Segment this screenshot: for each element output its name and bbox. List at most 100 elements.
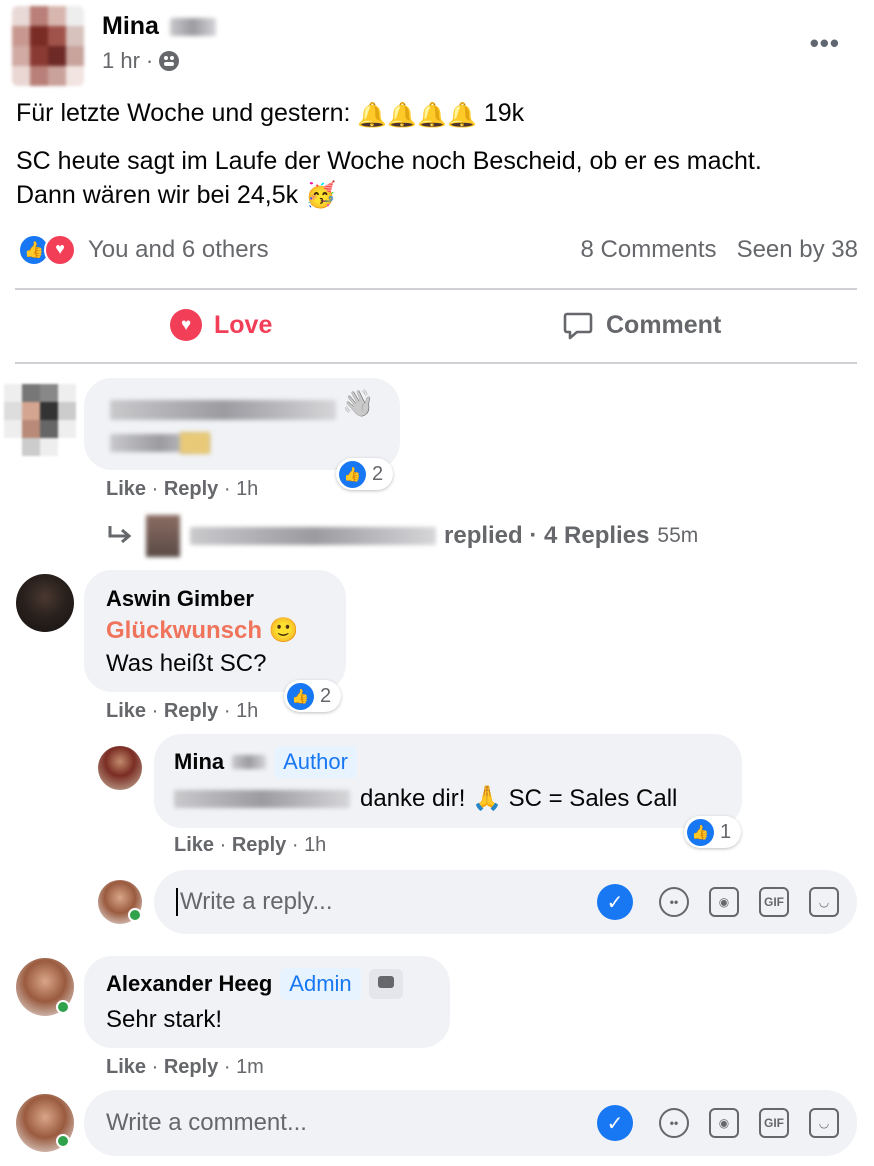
online-status-dot	[56, 1134, 70, 1148]
love-button[interactable]: ♥ Love	[170, 300, 272, 350]
comment-bubble-alexander[interactable]: Alexander Heeg Admin Sehr stark!	[84, 956, 450, 1048]
comment-actions: Like · Reply · 1h	[106, 700, 259, 722]
sticker-icon[interactable]: ◡	[809, 1108, 839, 1138]
comment-input[interactable]: Write a comment...	[106, 1109, 597, 1137]
more-options-icon[interactable]: •••	[810, 28, 840, 59]
divider-top	[15, 288, 857, 290]
online-status-dot	[128, 908, 142, 922]
comment-time[interactable]: 1h	[236, 478, 258, 500]
redacted-commenter-name	[110, 400, 336, 420]
redacted-mention	[174, 789, 350, 808]
like-reaction-icon: 👍	[287, 682, 314, 710]
reply-link[interactable]: Reply	[164, 700, 218, 722]
post-meta: 1 hr ·	[102, 48, 180, 74]
post-author-avatar[interactable]	[12, 6, 84, 86]
reply-arrow-icon	[108, 526, 132, 544]
replies-time: 55m	[657, 524, 699, 547]
post-line-1: Für letzte Woche und gestern: 🔔🔔🔔🔔 19k	[16, 96, 524, 133]
alexander-name[interactable]: Alexander Heeg	[106, 971, 272, 997]
heart-icon: ♥	[170, 309, 202, 341]
alexander-name-row: Alexander Heeg Admin	[106, 968, 403, 1000]
camera-icon[interactable]: ◉	[709, 1108, 739, 1138]
comment-reaction-badge[interactable]: 👍 2	[284, 680, 342, 712]
mina-name[interactable]: Mina	[174, 749, 224, 775]
love-reaction-icon: ♥	[44, 234, 76, 266]
gif-icon[interactable]: GIF	[759, 1108, 789, 1138]
like-link[interactable]: Like	[174, 834, 214, 856]
reactions-summary: 👍 ♥ You and 6 others 8 Comments Seen by …	[18, 230, 858, 270]
mina-reply-avatar[interactable]	[98, 746, 142, 790]
group-privacy-icon	[159, 51, 180, 71]
glueckwunsch-text: Glückwunsch	[106, 617, 263, 644]
reply-reaction-badge[interactable]: 👍 1	[684, 816, 742, 848]
bell-emoji: 🔔🔔🔔🔔	[357, 102, 477, 129]
reply-link[interactable]: Reply	[232, 834, 286, 856]
party-emoji: 🥳	[305, 181, 337, 209]
comment-time[interactable]: 1h	[236, 700, 258, 722]
reply-actions: Like · Reply · 1h	[174, 834, 327, 856]
like-reaction-icon: 👍	[687, 818, 714, 846]
text-cursor	[176, 888, 178, 916]
post-author-name[interactable]: Mina	[102, 12, 216, 41]
like-link[interactable]: Like	[106, 700, 146, 722]
comment-actions: Like · Reply · 1m	[106, 1056, 264, 1078]
post-line-1-value: 19k	[483, 99, 525, 127]
camera-icon[interactable]: ◉	[709, 887, 739, 917]
alexander-text: Sehr stark!	[106, 1006, 223, 1033]
post-time[interactable]: 1 hr	[102, 48, 140, 74]
aswin-highlight-line: Glückwunsch 🙂	[106, 616, 299, 645]
reactors-link[interactable]: You and 6 others	[88, 236, 269, 264]
reply-bubble-mina[interactable]: Mina Author danke dir! 🙏 SC = Sales Call	[154, 734, 742, 828]
admin-speech-icon	[368, 969, 403, 999]
aswin-name[interactable]: Aswin Gimber	[106, 586, 254, 612]
like-reaction-icon: 👍	[339, 460, 366, 488]
redacted-surname	[232, 755, 267, 769]
aswin-avatar[interactable]	[16, 574, 74, 632]
redacted-emoji	[180, 432, 210, 454]
reaction-count: 2	[372, 462, 384, 485]
post-line-2: SC heute sagt im Laufe der Woche noch Be…	[16, 147, 762, 175]
speech-bubble-icon	[563, 312, 593, 340]
seen-by-link[interactable]: Seen by 38	[737, 236, 858, 263]
comment-button-label: Comment	[606, 310, 722, 339]
smile-emoji: 🙂	[268, 617, 299, 644]
love-button-label: Love	[214, 310, 273, 339]
comment-input-box[interactable]: Write a comment... ✓ •• ◉ GIF ◡	[84, 1090, 857, 1156]
comment-button[interactable]: Comment	[562, 300, 721, 350]
comment-bubble-aswin[interactable]: Aswin Gimber Glückwunsch 🙂 Was heißt SC?	[84, 570, 346, 692]
checkmark-icon[interactable]: ✓	[597, 1105, 633, 1141]
gif-icon[interactable]: GIF	[759, 887, 789, 917]
author-badge: Author	[274, 746, 357, 778]
emoji-icon[interactable]: ••	[659, 887, 689, 917]
comment-time[interactable]: 1m	[236, 1056, 264, 1078]
mina-name-row: Mina Author	[174, 746, 357, 778]
reply-link[interactable]: Reply	[164, 478, 218, 500]
online-status-dot	[56, 1000, 70, 1014]
aswin-text: Was heißt SC?	[106, 650, 267, 677]
reply-link[interactable]: Reply	[164, 1056, 218, 1078]
comment-actions: Like · Reply · 1h	[106, 478, 259, 500]
view-replies-row[interactable]: replied · 4 Replies 55m	[106, 514, 698, 558]
redacted-replier-names	[190, 527, 436, 545]
post-line-1-text: Für letzte Woche und gestern:	[16, 99, 351, 127]
comment-reaction-badge[interactable]: 👍 2	[336, 458, 394, 490]
replier-avatar	[146, 515, 180, 557]
like-link[interactable]: Like	[106, 478, 146, 500]
reaction-count: 2	[320, 684, 332, 707]
mina-reply-text: danke dir! 🙏 SC = Sales Call	[360, 785, 678, 812]
divider-bottom	[15, 362, 857, 364]
commenter-avatar-redacted[interactable]	[4, 384, 76, 456]
reply-time[interactable]: 1h	[304, 834, 326, 856]
sticker-icon[interactable]: ◡	[809, 887, 839, 917]
mina-reply-line: danke dir! 🙏 SC = Sales Call	[174, 784, 677, 813]
replied-label: replied	[444, 522, 523, 549]
reply-input-box[interactable]: Write a reply... ✓ •• ◉ GIF ◡	[154, 870, 857, 934]
comments-count-link[interactable]: 8 Comments	[581, 236, 717, 263]
post-line-3-text: Dann wären wir bei 24,5k	[16, 181, 299, 209]
checkmark-icon[interactable]: ✓	[597, 884, 633, 920]
comment-bubble-redacted[interactable]: 👋	[84, 378, 400, 470]
post-author-first-name[interactable]: Mina	[102, 12, 159, 40]
emoji-icon[interactable]: ••	[659, 1108, 689, 1138]
like-link[interactable]: Like	[106, 1056, 146, 1078]
reply-input[interactable]: Write a reply...	[180, 888, 597, 916]
